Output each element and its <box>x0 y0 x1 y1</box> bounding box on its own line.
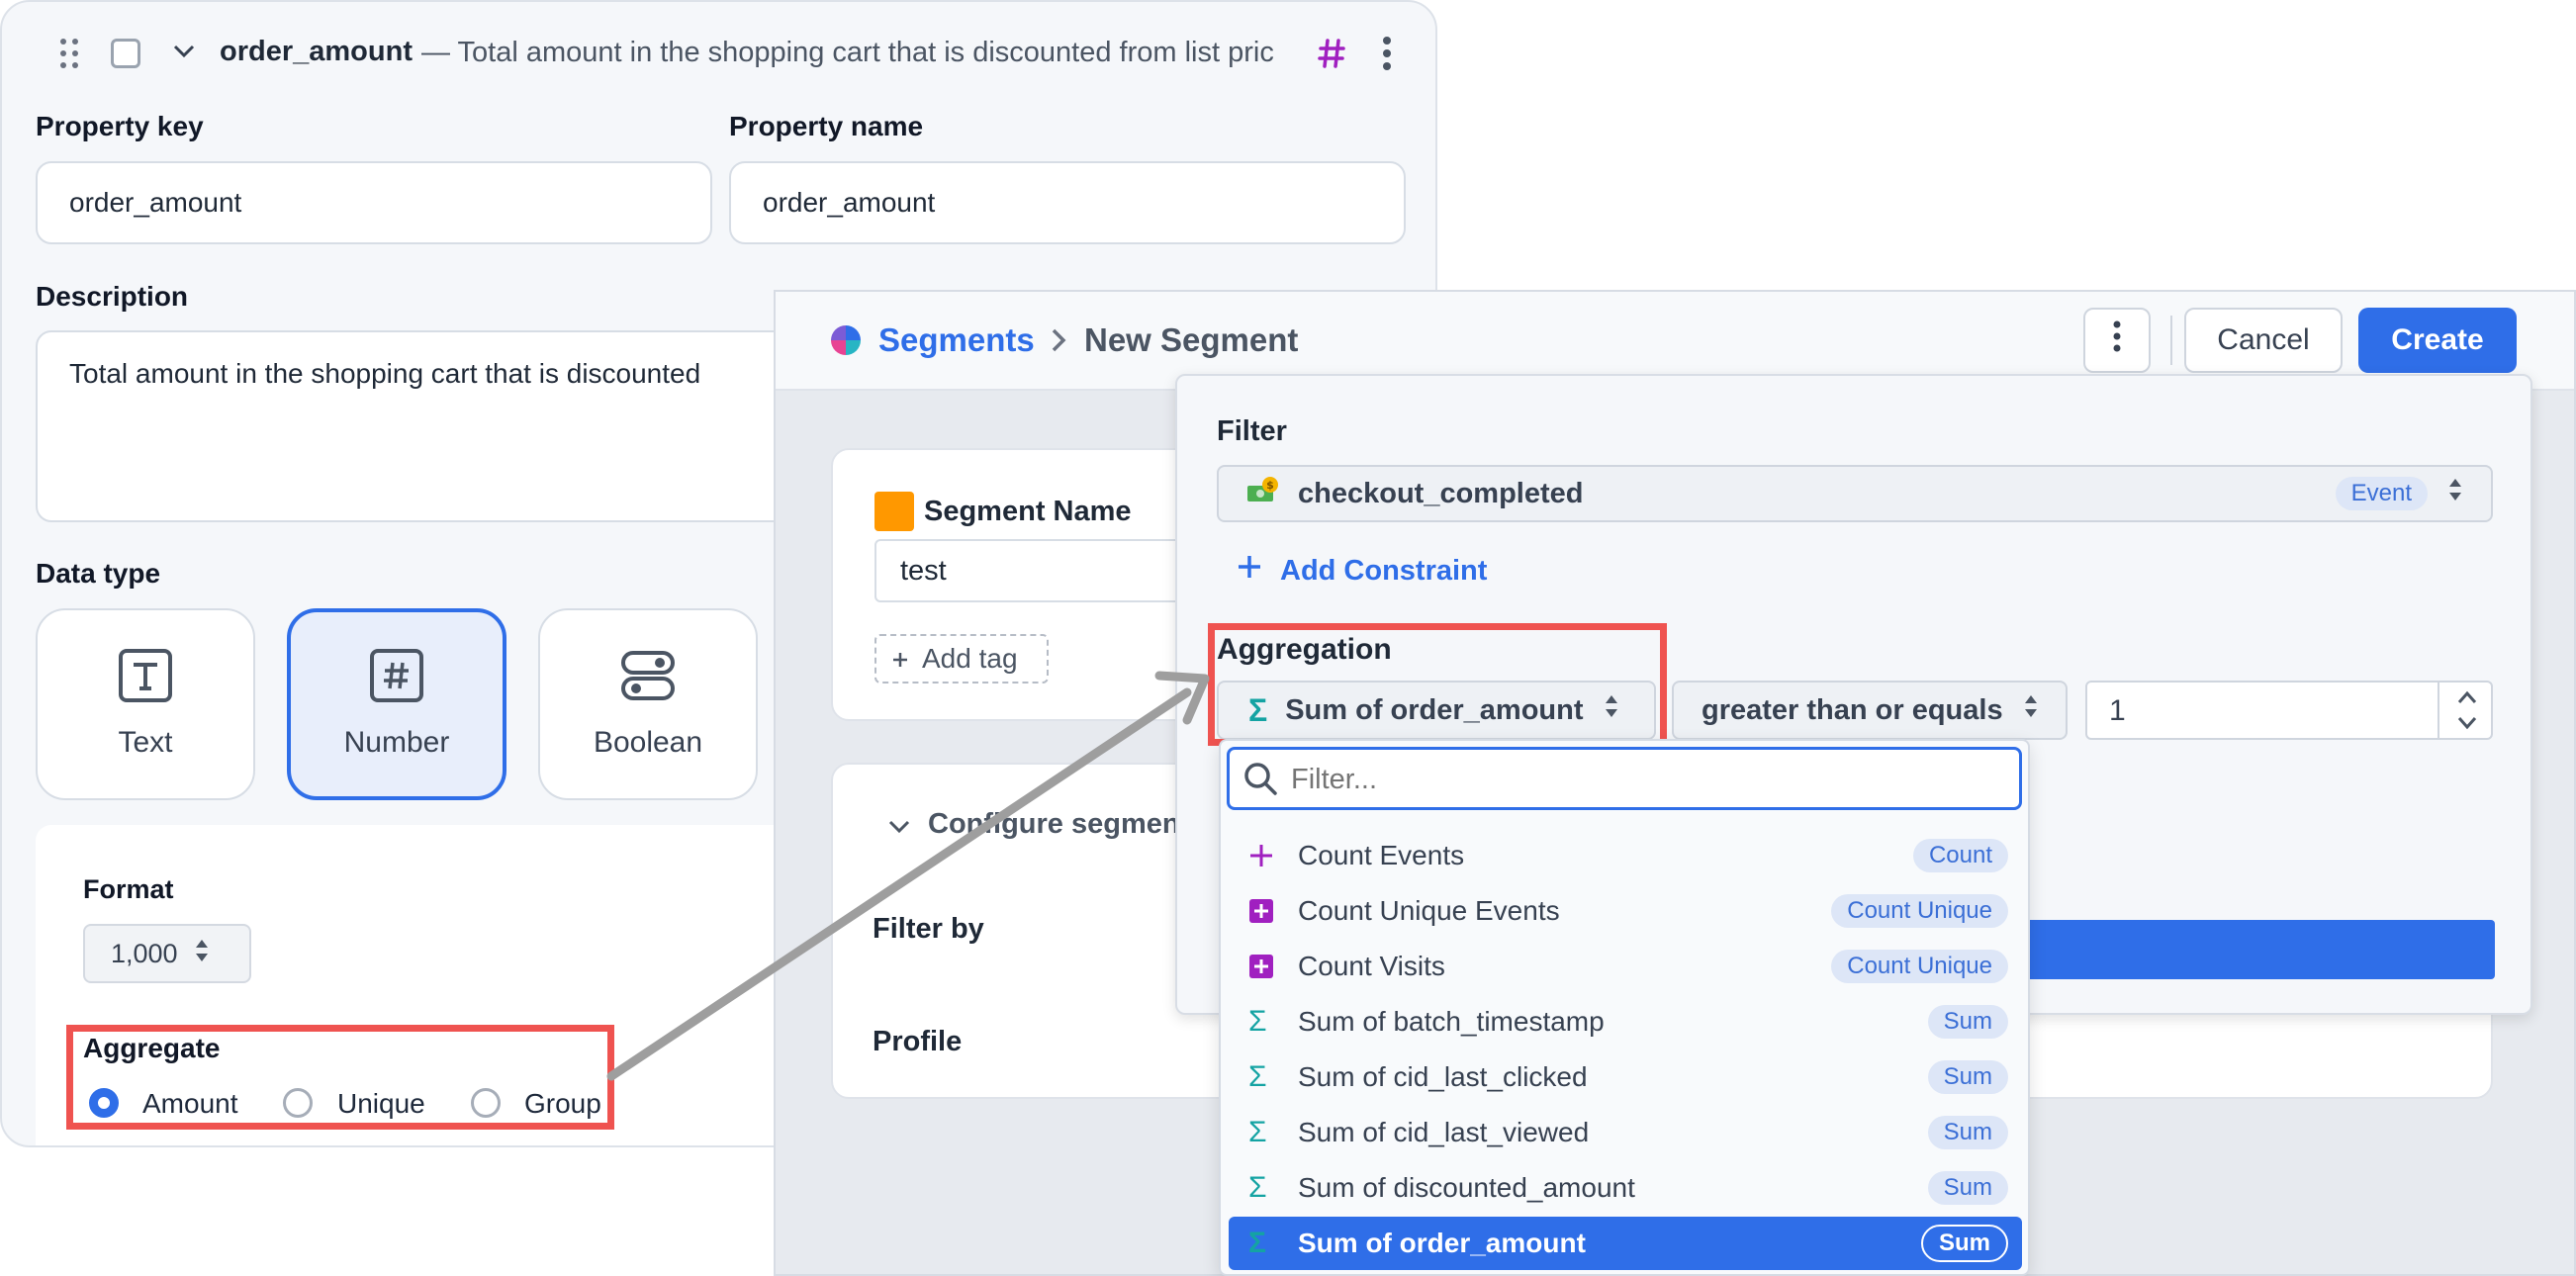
data-type-boolean-label: Boolean <box>593 726 703 759</box>
plus-icon <box>1248 843 1288 868</box>
event-select[interactable]: $ checkout_completed Event <box>1217 465 2493 522</box>
chevron-right-icon <box>1051 327 1066 358</box>
stepper-divider <box>2438 683 2439 738</box>
more-options-button[interactable] <box>2083 308 2151 373</box>
dropdown-search-input[interactable] <box>1227 747 2022 810</box>
money-bag-icon: $ <box>1246 476 1278 511</box>
property-key-label: Property key <box>36 111 204 141</box>
property-summary: — Total amount in the shopping cart that… <box>421 37 1274 68</box>
search-icon <box>1243 762 1279 802</box>
option-sum-batch-timestamp[interactable]: Σ Sum of batch_timestamp Sum <box>1229 995 2022 1048</box>
data-type-boolean[interactable]: Boolean <box>538 608 758 800</box>
svg-text:$: $ <box>1266 479 1274 492</box>
cancel-button[interactable]: Cancel <box>2184 308 2343 373</box>
chevron-down-icon[interactable] <box>2457 716 2477 735</box>
option-count-events[interactable]: Count Events Count <box>1229 829 2022 882</box>
aggregation-highlight-box <box>1208 623 1667 746</box>
toggle-type-icon <box>620 648 676 708</box>
aggregate-highlight-box <box>66 1025 614 1130</box>
property-key-input[interactable]: order_amount <box>36 161 712 244</box>
configure-segment-label[interactable]: Configure segmen <box>928 808 1180 841</box>
option-sum-order-amount[interactable]: Σ Sum of order_amount Sum <box>1229 1217 2022 1270</box>
option-sum-discounted-amount[interactable]: Σ Sum of discounted_amount Sum <box>1229 1161 2022 1215</box>
hash-icon <box>1318 38 1345 74</box>
add-tag-button[interactable]: Add tag <box>874 634 1049 684</box>
option-count-visits[interactable]: Count Visits Count Unique <box>1229 940 2022 993</box>
filter-by-label: Filter by <box>873 913 984 945</box>
add-constraint-button[interactable]: Add Constraint <box>1237 554 1487 588</box>
segment-name-value: test <box>900 555 947 587</box>
select-arrows-icon <box>2447 477 2463 510</box>
option-sum-cid-last-viewed[interactable]: Σ Sum of cid_last_viewed Sum <box>1229 1106 2022 1159</box>
data-type-number[interactable]: Number <box>287 608 506 800</box>
filter-title: Filter <box>1217 415 1287 447</box>
value-number: 1 <box>2109 694 2126 727</box>
add-tag-label: Add tag <box>922 643 1018 674</box>
plus-icon <box>892 643 908 675</box>
chevron-down-icon[interactable] <box>172 44 196 64</box>
sigma-icon: Σ <box>1248 1005 1267 1038</box>
format-select[interactable]: 1,000 <box>83 924 251 983</box>
more-vertical-icon[interactable] <box>1381 36 1393 76</box>
format-value: 1,000 <box>111 938 178 968</box>
select-arrows-icon <box>2023 693 2039 727</box>
data-type-number-label: Number <box>343 726 450 759</box>
sigma-icon: Σ <box>1248 1227 1267 1259</box>
drag-handle-icon[interactable] <box>59 38 79 74</box>
select-arrows-icon <box>194 938 210 970</box>
number-type-icon <box>369 648 424 708</box>
plus-square-icon <box>1248 898 1288 924</box>
sigma-icon: Σ <box>1248 1060 1267 1093</box>
operator-value: greater than or equals <box>1702 693 2003 726</box>
option-count-unique-events[interactable]: Count Unique Events Count Unique <box>1229 884 2022 938</box>
event-badge: Event <box>2335 477 2428 510</box>
property-name-label: Property name <box>729 111 924 141</box>
add-constraint-label: Add Constraint <box>1280 554 1488 587</box>
segment-name-label: Segment Name <box>924 496 1132 527</box>
profile-label: Profile <box>873 1026 963 1057</box>
description-label: Description <box>36 281 189 312</box>
text-type-icon <box>118 648 173 708</box>
breadcrumb-segments-link[interactable]: Segments <box>878 321 1035 359</box>
select-checkbox[interactable] <box>111 39 140 68</box>
operator-select[interactable]: greater than or equals <box>1672 681 2068 740</box>
event-name: checkout_completed <box>1298 477 1584 509</box>
chevron-down-icon[interactable] <box>888 820 910 839</box>
create-button[interactable]: Create <box>2358 308 2517 373</box>
app-logo-icon <box>829 323 863 362</box>
plus-icon <box>1237 554 1262 588</box>
property-name-input[interactable]: order_amount <box>729 161 1406 244</box>
segment-color-swatch[interactable] <box>874 492 914 531</box>
breadcrumb-current: New Segment <box>1084 321 1299 358</box>
data-type-text[interactable]: Text <box>36 608 255 800</box>
sigma-icon: Σ <box>1248 1116 1267 1148</box>
aggregation-dropdown: Count Events Count Count Unique Events C… <box>1219 739 2030 1276</box>
value-number-input[interactable]: 1 <box>2085 681 2493 740</box>
plus-square-icon <box>1248 954 1288 979</box>
option-sum-cid-last-clicked[interactable]: Σ Sum of cid_last_clicked Sum <box>1229 1050 2022 1104</box>
sigma-icon: Σ <box>1248 1171 1267 1204</box>
format-label: Format <box>83 874 174 904</box>
more-vertical-icon <box>2112 320 2122 360</box>
header-divider <box>2170 316 2172 365</box>
dropdown-search-field[interactable] <box>1289 758 2005 801</box>
description-text: Total amount in the shopping cart that i… <box>69 358 701 389</box>
data-type-text-label: Text <box>118 726 173 759</box>
chevron-up-icon[interactable] <box>2457 690 2477 709</box>
property-title: order_amount <box>220 36 413 67</box>
data-type-label: Data type <box>36 558 161 589</box>
